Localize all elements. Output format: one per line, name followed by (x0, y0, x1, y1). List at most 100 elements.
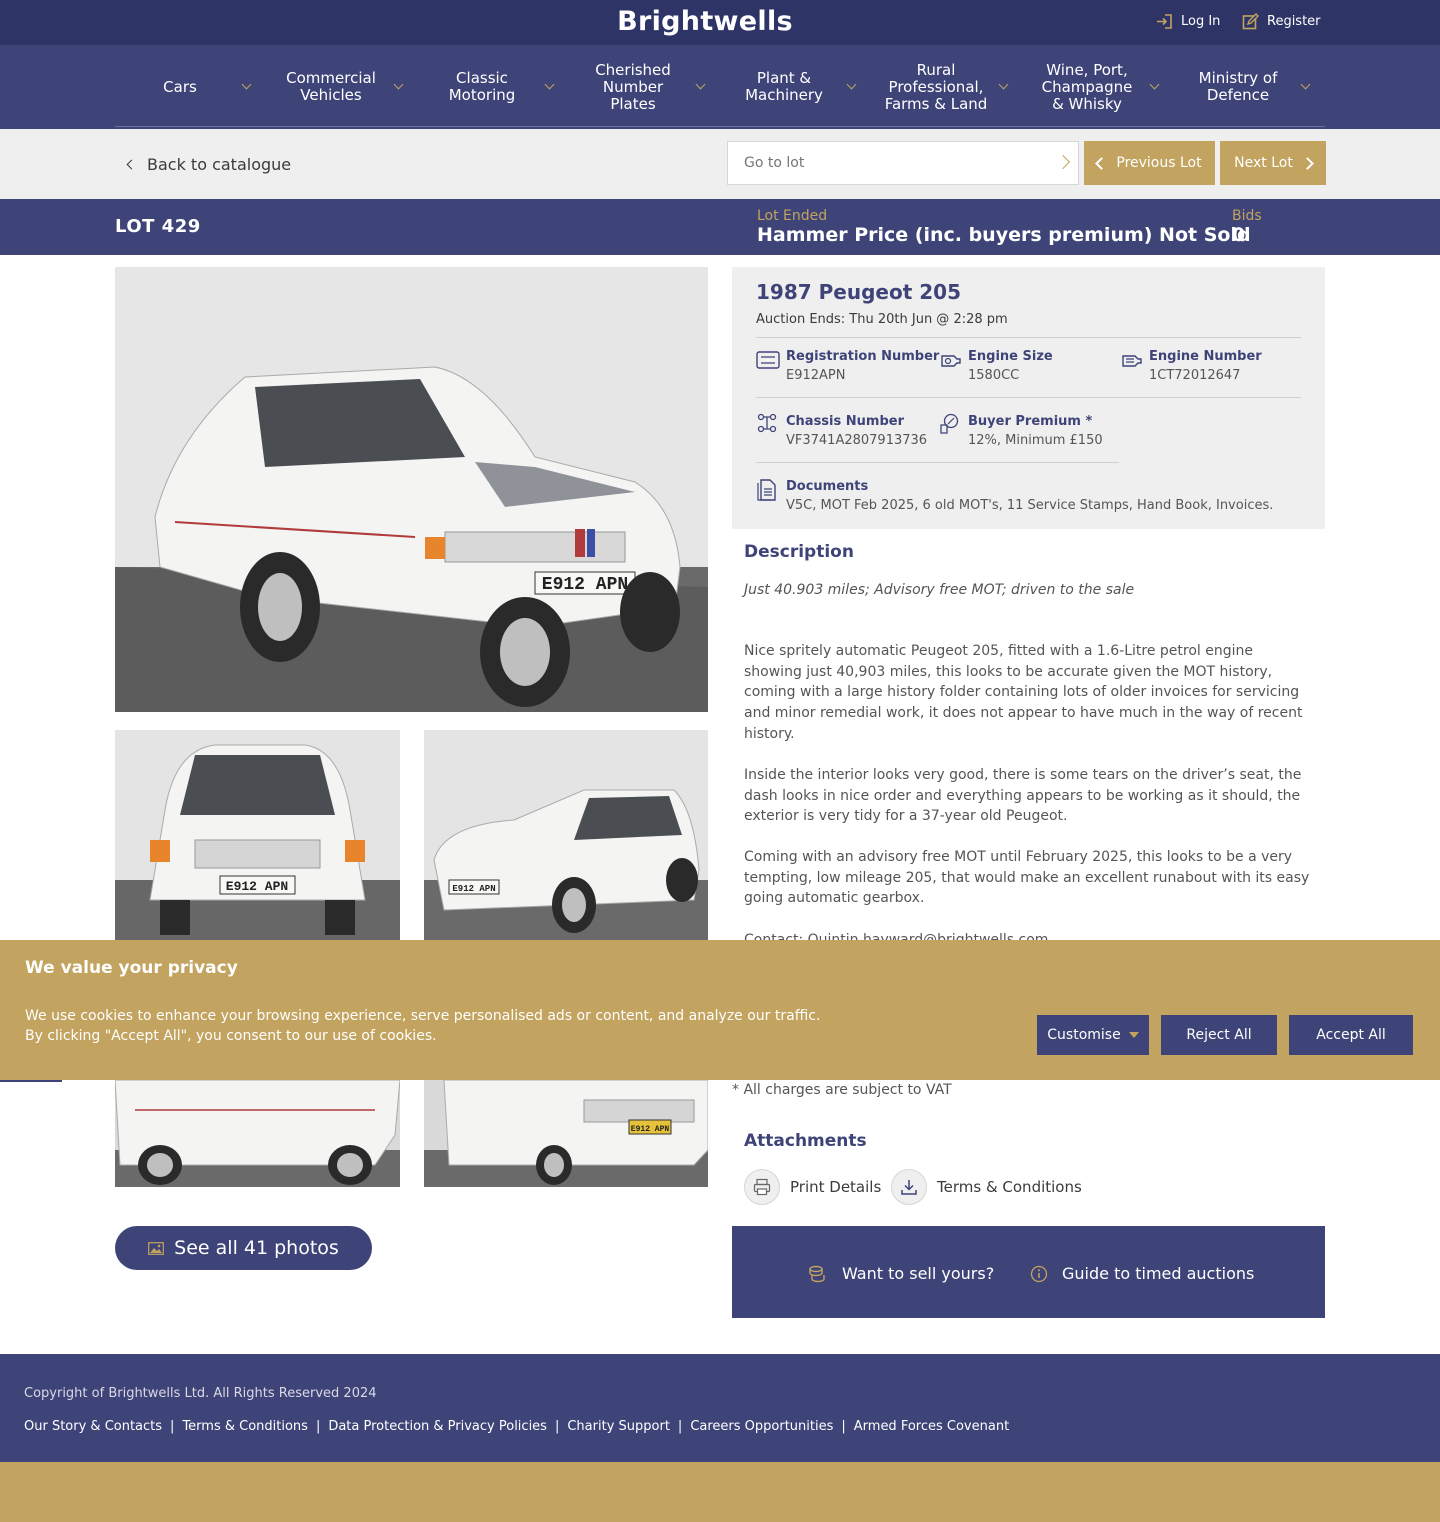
nav-label: Rural Professional, Farms & Land (884, 60, 988, 113)
chevron-left-icon (126, 159, 137, 170)
attachments-heading: Attachments (744, 1131, 867, 1151)
thumbnail-photo[interactable]: E912 APN (424, 730, 708, 940)
previous-lot-button[interactable]: Previous Lot (1084, 141, 1215, 185)
register-label: Register (1267, 14, 1321, 29)
thumbnail-photo[interactable] (115, 1080, 400, 1187)
nav-label: Cars (163, 77, 197, 96)
footer-separator: | (315, 1419, 321, 1434)
spec-value: E912APN (786, 368, 846, 383)
footer-link-privacy[interactable]: Data Protection & Privacy Policies (328, 1419, 547, 1434)
number-plate: E912 APN (542, 575, 628, 595)
divider (0, 1080, 62, 1082)
nav-label: Wine, Port, Champagne & Whisky (1041, 60, 1133, 113)
back-label: Back to catalogue (147, 155, 292, 174)
number-plate: E912 APN (631, 1125, 670, 1134)
customise-label: Customise (1047, 1027, 1121, 1043)
nav-label: Classic Motoring (448, 69, 516, 104)
footer-link-careers[interactable]: Careers Opportunities (690, 1419, 833, 1434)
register-icon (1242, 13, 1259, 30)
next-lot-button[interactable]: Next Lot (1220, 141, 1326, 185)
spec-label: Documents (786, 479, 869, 494)
spec-label: Registration Number (786, 349, 940, 364)
login-link[interactable]: Log In (1156, 13, 1220, 30)
copyright: Copyright of Brightwells Ltd. All Rights… (24, 1386, 377, 1401)
nav-label: Commercial Vehicles (286, 69, 376, 104)
bids-label: Bids (1232, 208, 1262, 224)
spec-label: Buyer Premium * (968, 414, 1093, 429)
see-all-photos-label: See all 41 photos (174, 1237, 339, 1259)
spec-buyer-premium: Buyer Premium * 12%, Minimum £150 (968, 414, 1103, 448)
nav-label: Ministry of Defence (1198, 69, 1278, 104)
want-to-sell-link[interactable]: Want to sell yours? (808, 1264, 994, 1283)
footer-separator: | (170, 1419, 175, 1434)
description-lead: Just 40.903 miles; Advisory free MOT; dr… (744, 582, 1135, 598)
caret-down-icon (1128, 1032, 1139, 1038)
nav-label: Cherished Number Plates (595, 60, 671, 113)
print-details-link[interactable]: Print Details (744, 1169, 881, 1205)
spec-value: 12%, Minimum £150 (968, 433, 1103, 448)
lot-title: 1987 Peugeot 205 (756, 280, 961, 304)
login-icon (1157, 14, 1172, 29)
chevron-left-icon (1095, 156, 1109, 170)
spec-chassis-number: Chassis Number VF3741A2807913736 (786, 414, 927, 448)
footer-separator: | (677, 1419, 683, 1434)
divider (756, 337, 1301, 338)
back-to-catalogue-link[interactable]: Back to catalogue (126, 155, 292, 174)
auction-end-time: Auction Ends: Thu 20th Jun @ 2:28 pm (756, 312, 1008, 327)
thumbnail-photo[interactable]: E912 APN (424, 1080, 708, 1187)
engine-icon (941, 355, 961, 367)
image-icon (148, 1241, 165, 1255)
lot-status-label: Lot Ended (757, 208, 828, 224)
divider (756, 462, 1119, 463)
footer-link-our-story[interactable]: Our Story & Contacts (24, 1419, 162, 1434)
nav-item-plant-machinery[interactable]: Plant & Machinery (736, 45, 832, 129)
want-to-sell-label: Want to sell yours? (842, 1264, 995, 1283)
terms-conditions-label: Terms & Conditions (937, 1178, 1082, 1196)
terms-conditions-link[interactable]: Terms & Conditions (891, 1169, 1082, 1205)
guide-timed-auctions-label: Guide to timed auctions (1062, 1264, 1255, 1283)
spec-value: V5C, MOT Feb 2025, 6 old MOT's, 11 Servi… (786, 498, 1274, 513)
spec-value: 1580CC (968, 368, 1020, 383)
spec-label: Chassis Number (786, 414, 904, 429)
see-all-photos-button[interactable]: See all 41 photos (115, 1226, 372, 1270)
accept-all-button[interactable]: Accept All (1289, 1015, 1413, 1055)
description-paragraph: Inside the interior looks very good, the… (744, 767, 1302, 825)
print-icon (744, 1169, 780, 1205)
nav-item-commercial-vehicles[interactable]: Commercial Vehicles (280, 45, 382, 129)
customise-button[interactable]: Customise (1037, 1015, 1149, 1055)
nav-item-rural-professional[interactable]: Rural Professional, Farms & Land (884, 45, 988, 129)
nav-item-cars[interactable]: Cars (130, 45, 230, 129)
spec-engine-number: Engine Number 1CT72012647 (1149, 349, 1262, 383)
cookie-text: We use cookies to enhance your browsing … (25, 1008, 821, 1044)
reject-all-button[interactable]: Reject All (1161, 1015, 1277, 1055)
footer-separator: | (554, 1419, 560, 1434)
guide-timed-auctions-link[interactable]: Guide to timed auctions (1030, 1264, 1254, 1283)
lot-number: LOT 429 (115, 216, 201, 237)
register-link[interactable]: Register (1242, 13, 1321, 30)
nav-item-wine-port[interactable]: Wine, Port, Champagne & Whisky (1036, 45, 1138, 129)
documents-icon (757, 479, 776, 501)
info-icon (1030, 1265, 1048, 1282)
nav-item-ministry-of-defence[interactable]: Ministry of Defence (1190, 45, 1286, 129)
number-plate: E912 APN (226, 879, 288, 894)
footer (0, 1354, 1440, 1462)
engine-number-icon (1122, 355, 1142, 367)
previous-lot-label: Previous Lot (1116, 155, 1202, 171)
go-to-lot-input[interactable] (727, 141, 1079, 185)
spec-value: VF3741A2807913736 (786, 433, 928, 448)
footer-link-armed-forces[interactable]: Armed Forces Covenant (854, 1419, 1009, 1434)
thumbnail-photo[interactable]: E912 APN (115, 730, 400, 940)
bids-count: 0 (1232, 224, 1246, 246)
main-photo[interactable]: E912 APN (115, 267, 708, 712)
divider (756, 397, 1301, 398)
nav-item-classic-motoring[interactable]: Classic Motoring (432, 45, 532, 129)
footer-link-charity[interactable]: Charity Support (567, 1419, 670, 1434)
footer-link-terms[interactable]: Terms & Conditions (182, 1419, 308, 1434)
description-heading: Description (744, 542, 854, 562)
download-icon (891, 1169, 927, 1205)
page: Brightwells Log In Register Cars Commerc… (0, 0, 1440, 1462)
nav-item-cherished-number-plates[interactable]: Cherished Number Plates (588, 45, 678, 129)
next-lot-label: Next Lot (1234, 155, 1293, 171)
login-label: Log In (1181, 14, 1221, 29)
spec-registration: Registration Number E912APN (786, 349, 939, 383)
